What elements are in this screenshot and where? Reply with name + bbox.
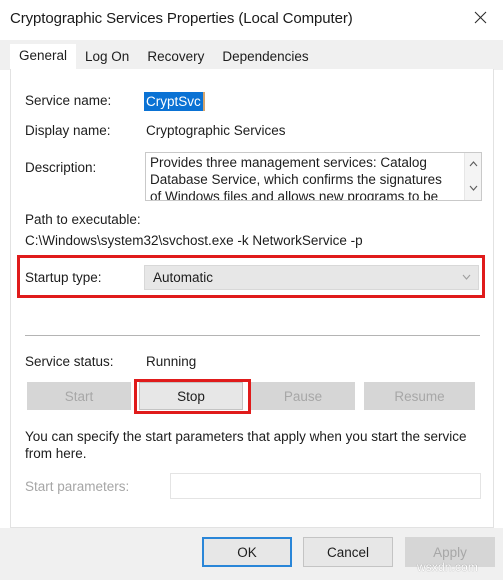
cancel-button[interactable]: Cancel — [303, 537, 393, 567]
general-tab-panel: Service name: CryptSvc Display name: Cry… — [10, 69, 494, 528]
path-to-executable-label: Path to executable: — [25, 212, 141, 227]
pause-button[interactable]: Pause — [251, 382, 355, 410]
path-to-executable-value: C:\Windows\system32\svchost.exe -k Netwo… — [25, 233, 363, 248]
window-title: Cryptographic Services Properties (Local… — [10, 10, 353, 27]
display-name-label: Display name: — [25, 123, 111, 138]
stop-button[interactable]: Stop — [139, 382, 243, 410]
tab-strip: General Log On Recovery Dependencies — [0, 40, 503, 70]
watermark: wsxdn.com — [417, 560, 478, 574]
tab-dependencies[interactable]: Dependencies — [213, 45, 317, 70]
tab-general[interactable]: General — [10, 44, 77, 70]
description-scrollbar[interactable] — [464, 153, 481, 200]
service-status-value: Running — [146, 354, 197, 369]
tab-log-on[interactable]: Log On — [76, 45, 138, 70]
service-properties-dialog: Cryptographic Services Properties (Local… — [0, 0, 503, 580]
startup-type-dropdown[interactable]: Automatic — [144, 265, 479, 290]
service-status-label: Service status: — [25, 354, 114, 369]
start-parameters-hint: You can specify the start parameters tha… — [25, 429, 467, 461]
startup-type-value: Automatic — [153, 270, 214, 285]
chevron-up-icon[interactable] — [465, 156, 481, 172]
start-button[interactable]: Start — [27, 382, 131, 410]
display-name-value: Cryptographic Services — [146, 123, 286, 138]
description-textbox[interactable]: Provides three management services: Cata… — [145, 152, 482, 201]
service-name-label: Service name: — [25, 93, 112, 108]
ok-button[interactable]: OK — [202, 537, 292, 567]
startup-type-label: Startup type: — [25, 270, 102, 285]
title-bar: Cryptographic Services Properties (Local… — [0, 0, 503, 40]
chevron-down-icon — [462, 274, 471, 280]
start-parameters-input[interactable] — [170, 473, 481, 499]
description-value: Provides three management services: Cata… — [150, 155, 442, 201]
close-icon[interactable] — [457, 0, 503, 34]
resume-button[interactable]: Resume — [364, 382, 475, 410]
service-name-value[interactable]: CryptSvc — [144, 92, 205, 111]
start-parameters-label: Start parameters: — [25, 479, 130, 494]
chevron-down-icon[interactable] — [465, 180, 481, 196]
tab-recovery[interactable]: Recovery — [138, 45, 213, 70]
description-label: Description: — [25, 160, 97, 175]
section-divider — [25, 335, 480, 336]
service-control-buttons: Start Stop Pause Resume — [27, 382, 479, 410]
